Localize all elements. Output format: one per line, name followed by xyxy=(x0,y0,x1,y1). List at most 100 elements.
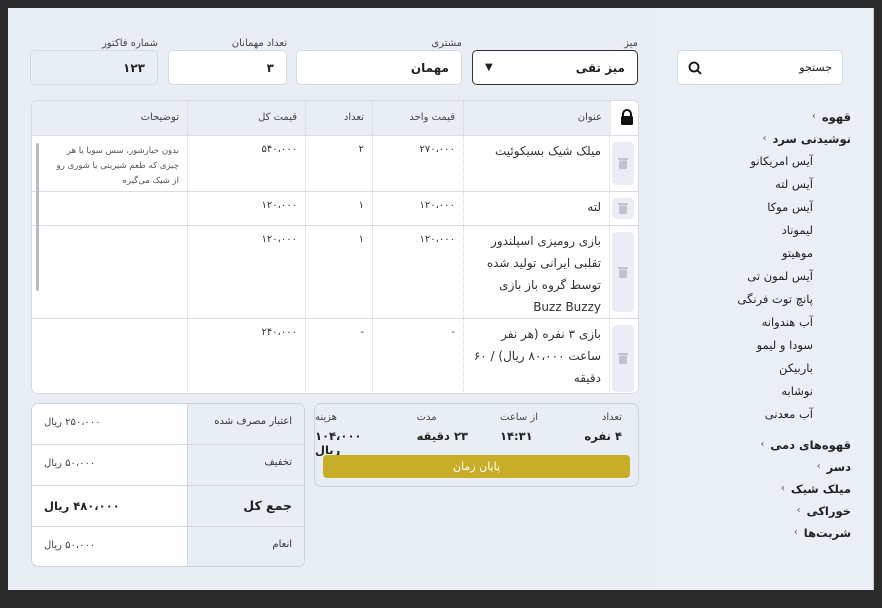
chevron-icon: › xyxy=(762,133,767,144)
chevron-icon: › xyxy=(816,461,821,472)
col-unit-price: قیمت واحد xyxy=(372,101,463,135)
chevron-down-icon: ▼ xyxy=(485,62,493,73)
chevron-icon: › xyxy=(811,111,816,122)
item-qty[interactable]: ۱ xyxy=(305,226,372,318)
duration-label: مدت xyxy=(416,412,437,423)
duration-value: ۲۳ دقیقه xyxy=(416,429,468,443)
item-notes[interactable] xyxy=(32,192,187,225)
item-notes[interactable]: بدون خیارشور، سس سویا یا هر چیزی که طعم … xyxy=(32,136,187,191)
table-row[interactable]: بازی رومیزی اسپلندور تقلبی ایرانی تولید … xyxy=(32,225,638,318)
category-item[interactable]: قهوه › xyxy=(737,106,851,128)
summary-row: جمع کل ۴۸۰،۰۰۰ ریال xyxy=(32,485,304,526)
item-notes[interactable] xyxy=(32,319,187,393)
category-label: میلک شیک xyxy=(790,482,851,496)
col-notes: توضیحات xyxy=(140,112,179,123)
guests-value: ۳ xyxy=(266,60,274,75)
category-label: قهوه xyxy=(821,110,851,124)
summary-table: اعتبار مصرف شده ۲۵۰،۰۰۰ ریال تخفیف ۵۰،۰۰۰ ر… xyxy=(31,403,305,567)
col-title: عنوان xyxy=(463,101,610,135)
category-item[interactable]: میلک شیک › xyxy=(737,478,851,500)
item-total: ۱۲۰،۰۰۰ xyxy=(187,192,305,225)
summary-row: تخفیف ۵۰،۰۰۰ ریال xyxy=(32,444,304,485)
item-qty[interactable]: - xyxy=(305,319,372,393)
pos-app: میز میز تقی ▼ مشتری مهمان تعداد مهمانان … xyxy=(8,8,874,590)
invoice-value: ۱۲۳ xyxy=(123,60,145,75)
category-tree: قهوه › نوشیدنی سرد › آیس امریکانو آیس لته آیس … xyxy=(737,106,851,544)
search-input[interactable]: جستجو xyxy=(677,50,843,85)
menu-item[interactable]: آیس امریکانو xyxy=(737,150,851,173)
table-row[interactable]: بازی ۳ نفره (هر نفر ساعت ۸۰،۰۰۰ ریال) / … xyxy=(32,318,638,393)
summary-value: ۲۵۰،۰۰۰ ریال xyxy=(44,417,101,428)
category-item[interactable]: قهوه‌های دمی › xyxy=(737,434,851,456)
trash-icon xyxy=(618,349,628,368)
summary-value: ۵۰،۰۰۰ ریال xyxy=(44,540,96,551)
summary-row: انعام ۵۰،۰۰۰ ریال xyxy=(32,526,304,566)
table-header: عنوان قیمت واحد تعداد قیمت کل توضیحات xyxy=(32,101,638,135)
menu-item[interactable]: پانچ توت فرنگی xyxy=(737,288,851,311)
delete-button[interactable] xyxy=(612,198,634,219)
menu-item[interactable]: نوشابه xyxy=(737,380,851,403)
summary-label: اعتبار مصرف شده xyxy=(187,404,304,444)
summary-value: ۴۸۰،۰۰۰ ریال xyxy=(44,499,120,513)
search-placeholder: جستجو xyxy=(799,61,832,74)
chevron-icon: › xyxy=(796,505,801,516)
summary-label: تخفیف xyxy=(187,445,304,485)
category-label: دسر xyxy=(826,460,851,474)
item-unit-price: ۲۷۰،۰۰۰ xyxy=(372,136,463,191)
lock-button[interactable] xyxy=(610,101,638,135)
category-item[interactable]: دسر › xyxy=(737,456,851,478)
menu-item[interactable]: آیس موکا xyxy=(737,196,851,219)
category-item[interactable]: نوشیدنی سرد › xyxy=(737,128,852,150)
category-label: قهوه‌های دمی xyxy=(770,438,851,452)
scrollbar[interactable] xyxy=(36,143,39,291)
invoice-label: شماره فاکتور xyxy=(101,38,158,49)
item-qty[interactable]: ۲ xyxy=(305,136,372,191)
menu-item[interactable]: آیس لته xyxy=(737,173,851,196)
item-notes[interactable] xyxy=(32,226,187,318)
menu-item[interactable]: آب معدنی xyxy=(737,403,851,426)
chevron-icon: › xyxy=(780,483,785,494)
guests-label: تعداد مهمانان xyxy=(231,38,287,49)
cost-label: هزینه xyxy=(315,412,337,423)
lock-icon xyxy=(621,109,633,125)
item-total: ۵۴۰،۰۰۰ xyxy=(187,136,305,191)
count-label: تعداد xyxy=(601,412,622,423)
item-unit-price: ۱۲۰،۰۰۰ xyxy=(372,192,463,225)
from-label: از ساعت xyxy=(500,412,538,423)
item-title: بازی ۳ نفره (هر نفر ساعت ۸۰،۰۰۰ ریال) / … xyxy=(463,319,610,393)
cost-value: ۱۰۴،۰۰۰ ریال xyxy=(315,429,362,457)
trash-icon xyxy=(618,154,628,173)
trash-icon xyxy=(618,263,628,282)
item-qty[interactable]: ۱ xyxy=(305,192,372,225)
customer-field[interactable]: مهمان xyxy=(296,50,462,85)
item-title: میلک شیک بسیکوئیت xyxy=(463,136,610,191)
menu-item[interactable]: باربیکن xyxy=(737,357,851,380)
category-item[interactable]: شربت‌ها › xyxy=(737,522,851,544)
summary-value: ۵۰،۰۰۰ ریال xyxy=(44,458,96,469)
summary-label: جمع کل xyxy=(187,486,304,526)
delete-button[interactable] xyxy=(612,142,634,185)
item-unit-price: - xyxy=(372,319,463,393)
table-select[interactable]: میز تقی ▼ xyxy=(472,50,638,85)
trash-icon xyxy=(618,199,628,218)
table-row[interactable]: لته ۱۲۰،۰۰۰ ۱ ۱۲۰،۰۰۰ xyxy=(32,191,638,225)
item-title: لته xyxy=(463,192,610,225)
col-total: قیمت کل xyxy=(187,101,305,135)
category-item[interactable]: خوراکی › xyxy=(737,500,851,522)
table-label: میز xyxy=(624,38,638,49)
sidebar: جستجو قهوه › نوشیدنی سرد › آیس امریکانو آیس ل… xyxy=(654,8,874,590)
item-total: ۲۴۰،۰۰۰ xyxy=(187,319,305,393)
end-time-button[interactable]: پایان زمان xyxy=(323,455,630,478)
category-label: نوشیدنی سرد xyxy=(772,132,852,146)
delete-button[interactable] xyxy=(612,325,634,392)
menu-item[interactable]: آیس لمون تی xyxy=(737,265,851,288)
delete-button[interactable] xyxy=(612,232,634,312)
guests-field[interactable]: ۳ xyxy=(168,50,287,85)
menu-item[interactable]: لیموناد xyxy=(737,219,851,242)
chevron-icon: › xyxy=(760,439,765,450)
menu-item[interactable]: سودا و لیمو xyxy=(737,334,851,357)
category-label: خوراکی xyxy=(806,504,851,518)
menu-item[interactable]: موهیتو xyxy=(737,242,851,265)
table-row[interactable]: میلک شیک بسیکوئیت ۲۷۰،۰۰۰ ۲ ۵۴۰،۰۰۰ بدون… xyxy=(32,135,638,191)
menu-item[interactable]: آب هندوانه xyxy=(737,311,851,334)
